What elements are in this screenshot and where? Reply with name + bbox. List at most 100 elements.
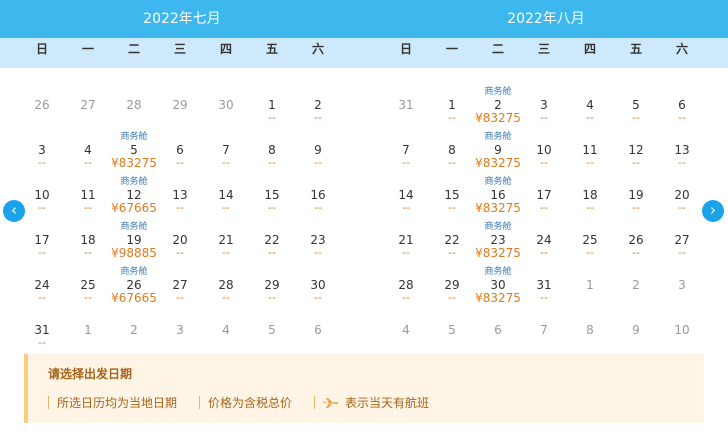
day-cell[interactable]: 18 -- xyxy=(567,176,613,221)
day-cell[interactable]: 12 -- xyxy=(613,131,659,176)
day-cell[interactable]: 13 -- xyxy=(157,176,203,221)
day-cell[interactable]: 4 -- xyxy=(567,86,613,131)
day-cell[interactable]: 31 -- xyxy=(19,311,65,356)
weekday-label: 三 xyxy=(173,42,186,56)
day-cell[interactable]: 21 -- xyxy=(203,221,249,266)
day-cell[interactable]: 14 -- xyxy=(383,176,429,221)
day-cell[interactable]: 3 -- xyxy=(521,86,567,131)
day-cell[interactable]: 25 -- xyxy=(567,221,613,266)
day-cell[interactable]: 6 -- xyxy=(659,86,705,131)
day-cell[interactable]: 17 -- xyxy=(19,221,65,266)
day-cell[interactable]: 23 -- xyxy=(295,221,341,266)
day-cell[interactable]: 商务舱 23 ¥83275 xyxy=(475,221,521,266)
weekday-label: 日 xyxy=(35,42,48,56)
day-cell[interactable]: 1 -- xyxy=(249,86,295,131)
day-cell[interactable]: 5 -- xyxy=(613,86,659,131)
day-cell[interactable]: 10 -- xyxy=(19,176,65,221)
day-number: 30 xyxy=(218,98,234,112)
day-cell[interactable]: 商务舱 5 ¥83275 xyxy=(111,131,157,176)
day-price: -- xyxy=(448,246,456,259)
day-grid: 31 1 -- 商务舱 2 ¥83275 3 -- 4 -- 5 -- 6 -- 7 -- 8 -- 商务舱 9 ¥83… xyxy=(364,68,728,356)
day-cell[interactable]: 27 -- xyxy=(659,221,705,266)
day-cell[interactable]: 16 -- xyxy=(295,176,341,221)
day-price: -- xyxy=(678,156,686,169)
day-cell[interactable]: 13 -- xyxy=(659,131,705,176)
day-price: -- xyxy=(540,111,548,124)
day-cell[interactable]: 24 -- xyxy=(19,266,65,311)
day-cell[interactable]: 8 -- xyxy=(429,131,475,176)
day-price: -- xyxy=(84,156,92,169)
day-cell[interactable]: 20 -- xyxy=(659,176,705,221)
legend-title: 请选择出发日期 xyxy=(48,367,133,381)
day-cell[interactable]: 7 -- xyxy=(203,131,249,176)
calendar-widget: 2022年七月 日一二三四五六 26 27 28 29 30 1 -- 2 -- 3 -- 4 -- 商务… xyxy=(0,0,728,356)
day-cell[interactable]: 30 -- xyxy=(295,266,341,311)
day-cell[interactable]: 28 -- xyxy=(383,266,429,311)
day-cell[interactable]: 6 -- xyxy=(157,131,203,176)
day-cell[interactable]: 商务舱 9 ¥83275 xyxy=(475,131,521,176)
legend-item-tax-price: 价格为含税总价 xyxy=(199,394,292,411)
day-cell[interactable]: 2 -- xyxy=(295,86,341,131)
day-price: -- xyxy=(448,111,456,124)
day-cell[interactable]: 22 -- xyxy=(249,221,295,266)
day-cell[interactable]: 3 -- xyxy=(19,131,65,176)
day-number: 5 xyxy=(448,323,456,337)
day-cell[interactable]: 7 -- xyxy=(383,131,429,176)
day-cell[interactable]: 商务舱 26 ¥67665 xyxy=(111,266,157,311)
day-cell[interactable]: 31 -- xyxy=(521,266,567,311)
weekday-label: 日 xyxy=(399,42,412,56)
day-cell[interactable]: 25 -- xyxy=(65,266,111,311)
day-cell[interactable]: 19 -- xyxy=(613,176,659,221)
day-cell[interactable]: 22 -- xyxy=(429,221,475,266)
month-july: 2022年七月 日一二三四五六 26 27 28 29 30 1 -- 2 -- 3 -- 4 -- 商务… xyxy=(0,0,364,356)
next-month-button[interactable]: › xyxy=(702,200,724,222)
day-cell[interactable]: 15 -- xyxy=(249,176,295,221)
day-grid: 26 27 28 29 30 1 -- 2 -- 3 -- 4 -- 商务舱 5 ¥83275 6 -- 7 -- 8-… xyxy=(0,68,364,356)
day-cell[interactable]: 15 -- xyxy=(429,176,475,221)
day-number: 5 xyxy=(268,323,276,337)
day-cell[interactable]: 21 -- xyxy=(383,221,429,266)
day-price: ¥83275 xyxy=(111,156,157,170)
day-cell[interactable]: 29 -- xyxy=(249,266,295,311)
day-cell[interactable]: 28 -- xyxy=(203,266,249,311)
day-price: -- xyxy=(84,201,92,214)
day-cell[interactable]: 29 -- xyxy=(429,266,475,311)
day-number: 26 xyxy=(34,98,50,112)
day-price: ¥83275 xyxy=(475,291,521,305)
day-cell[interactable]: 商务舱 30 ¥83275 xyxy=(475,266,521,311)
day-price: -- xyxy=(402,291,410,304)
day-cell[interactable]: 14 -- xyxy=(203,176,249,221)
day-cell[interactable]: 27 -- xyxy=(157,266,203,311)
day-cell[interactable]: 商务舱 19 ¥98885 xyxy=(111,221,157,266)
day-cell[interactable]: 10 -- xyxy=(521,131,567,176)
day-number: 8 xyxy=(586,323,594,337)
day-price: -- xyxy=(38,291,46,304)
day-cell[interactable]: 11 -- xyxy=(65,176,111,221)
day-cell[interactable]: 商务舱 2 ¥83275 xyxy=(475,86,521,131)
divider xyxy=(199,396,201,409)
day-number: 6 xyxy=(314,323,322,337)
day-cell[interactable]: 26 -- xyxy=(613,221,659,266)
day-price: -- xyxy=(314,201,322,214)
day-cell[interactable]: 18 -- xyxy=(65,221,111,266)
day-cell[interactable]: 20 -- xyxy=(157,221,203,266)
day-cell[interactable]: 8 -- xyxy=(249,131,295,176)
day-price: -- xyxy=(176,246,184,259)
day-cell[interactable]: 17 -- xyxy=(521,176,567,221)
day-cell[interactable]: 24 -- xyxy=(521,221,567,266)
day-number: 9 xyxy=(632,323,640,337)
day-cell[interactable]: 商务舱 12 ¥67665 xyxy=(111,176,157,221)
day-cell[interactable]: 4 -- xyxy=(65,131,111,176)
prev-month-button[interactable]: ‹ xyxy=(3,200,25,222)
day-cell[interactable]: 11 -- xyxy=(567,131,613,176)
plane-icon xyxy=(323,397,339,408)
day-number: 29 xyxy=(172,98,188,112)
day-price: -- xyxy=(176,156,184,169)
day-price: -- xyxy=(402,246,410,259)
day-cell[interactable]: 1 -- xyxy=(429,86,475,131)
day-cell: 1 xyxy=(65,311,111,356)
day-cell[interactable]: 商务舱 16 ¥83275 xyxy=(475,176,521,221)
day-price: -- xyxy=(38,336,46,349)
day-cell[interactable]: 9 -- xyxy=(295,131,341,176)
divider xyxy=(48,396,49,409)
